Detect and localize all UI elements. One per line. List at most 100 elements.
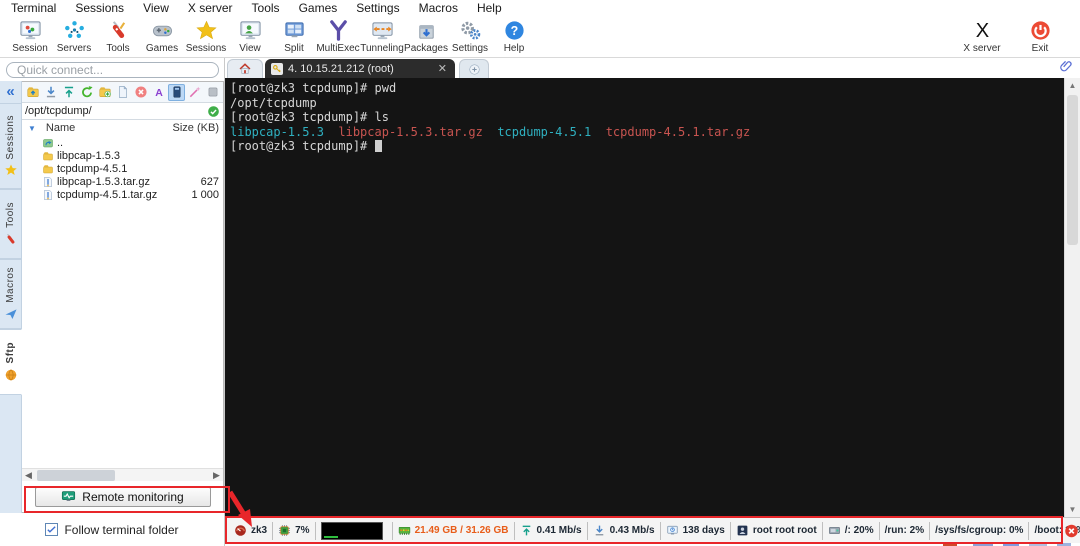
scroll-left-arrow[interactable]: ◀ <box>22 470 35 481</box>
toolbar-button-multiexec[interactable]: MultiExec <box>316 17 360 54</box>
statusbar-close-button[interactable] <box>1064 523 1079 538</box>
toolbar-button-xserver[interactable]: XX server <box>960 17 1004 54</box>
sidebar-tab-sftp[interactable]: Sftp <box>0 329 22 395</box>
toolbar-button-view[interactable]: View <box>228 17 272 54</box>
scroll-track[interactable] <box>1065 93 1080 502</box>
sftp-tool-refresh[interactable] <box>78 84 95 101</box>
sidebar-tab-tools[interactable]: Tools <box>0 189 22 259</box>
status-segment-root-root-root: root root root <box>729 521 822 540</box>
sessions-icon <box>195 19 218 42</box>
status-segment-zk3: zk3 <box>229 522 272 540</box>
toolbar-button-tunneling[interactable]: Tunneling <box>360 17 404 54</box>
sidebar-collapse-button[interactable]: « <box>6 81 14 103</box>
status-text: /sys/fs/cgroup: 0% <box>935 525 1024 536</box>
scroll-right-arrow[interactable]: ▶ <box>210 470 223 481</box>
column-name[interactable]: Name <box>46 122 167 134</box>
terminal-line: libpcap-1.5.3 libpcap-1.5.3.tar.gz tcpdu… <box>230 124 751 139</box>
sftp-tool-sync-terminal[interactable] <box>168 83 185 101</box>
sftp-tool-download[interactable] <box>42 84 59 101</box>
plane-icon <box>4 307 18 321</box>
sftp-tool-rename[interactable]: A <box>150 84 167 101</box>
status-segment-0-41-mb-s: 0.41 Mb/s <box>513 521 587 540</box>
active-terminal-tab[interactable]: 4. 10.15.21.212 (root) ✕ <box>265 59 455 78</box>
scroll-thumb[interactable] <box>1067 95 1078 245</box>
sftp-path-input[interactable]: /opt/tcpdump/ <box>25 105 207 117</box>
menu-settings[interactable]: Settings <box>347 1 409 15</box>
menu-games[interactable]: Games <box>290 1 348 15</box>
terminal-row: [root@zk3 tcpdump]# pwd/opt/tcpdump [root… <box>225 78 1080 517</box>
exit-icon <box>1029 19 1052 42</box>
terminal-line: [root@zk3 tcpdump]# <box>230 139 1059 154</box>
file-row[interactable]: tcpdump-4.5.1.tar.gz 1 000 <box>22 188 223 201</box>
quick-connect-input[interactable] <box>6 62 219 78</box>
sftp-tool-delete[interactable] <box>132 84 149 101</box>
home-tab[interactable] <box>227 59 263 78</box>
file-row[interactable]: libpcap-1.5.3 <box>22 149 223 162</box>
toolbar-button-exit[interactable]: Exit <box>1018 17 1062 54</box>
menu-sessions[interactable]: Sessions <box>66 1 134 15</box>
toolbar-button-games[interactable]: Games <box>140 17 184 54</box>
follow-terminal-folder-checkbox[interactable] <box>45 523 59 536</box>
terminal-line: [root@zk3 tcpdump]# pwd <box>230 81 397 95</box>
toolbar-label: X server <box>963 43 1001 54</box>
sidebar-tab-macros[interactable]: Macros <box>0 259 22 329</box>
new-tab-button[interactable] <box>459 59 489 78</box>
file-row[interactable]: libpcap-1.5.3.tar.gz 627 <box>22 175 223 188</box>
column-size[interactable]: Size (KB) <box>167 122 219 134</box>
status-segment-138-days: 138 days <box>659 521 730 540</box>
new-file-icon <box>116 85 130 99</box>
file-list-header[interactable]: ▼ Name Size (KB) <box>22 120 223 136</box>
scroll-thumb[interactable] <box>37 470 115 481</box>
disk-icon <box>828 524 841 537</box>
status-segment-7: 7% <box>272 521 314 540</box>
sftp-tool-new-folder[interactable] <box>96 84 113 101</box>
tunneling-icon <box>371 19 394 42</box>
sftp-tool-properties[interactable] <box>204 84 221 101</box>
toolbar-button-sessions[interactable]: Sessions <box>184 17 228 54</box>
toolbar-right-group: XX server Exit <box>960 17 1070 54</box>
sftp-tool-wand[interactable] <box>186 84 203 101</box>
toolbar-button-session[interactable]: Session <box>8 17 52 54</box>
menu-x-server[interactable]: X server <box>179 1 243 15</box>
help-icon: ? <box>503 19 526 42</box>
toolbar-button-servers[interactable]: Servers <box>52 17 96 54</box>
status-segment-20: /: 20% <box>821 521 879 540</box>
status-segment-sys-fs-cgroup-0: /sys/fs/cgroup: 0% <box>929 521 1028 540</box>
terminal-vertical-scrollbar[interactable]: ▲ ▼ <box>1064 78 1080 517</box>
toolbar-button-split[interactable]: Split <box>272 17 316 54</box>
sidebar-tab-sessions[interactable]: Sessions <box>0 103 22 189</box>
menu-terminal[interactable]: Terminal <box>2 1 66 15</box>
sftp-tool-upload[interactable] <box>60 84 77 101</box>
attachments-paperclip-icon[interactable] <box>1059 59 1074 74</box>
download-icon <box>593 524 606 537</box>
toolbar-button-packages[interactable]: Packages <box>404 17 448 54</box>
scroll-track[interactable] <box>35 469 210 481</box>
menu-help[interactable]: Help <box>468 1 512 15</box>
terminal-screen[interactable]: [root@zk3 tcpdump]# pwd/opt/tcpdump [root… <box>225 78 1064 517</box>
sftp-tool-new-file[interactable] <box>114 84 131 101</box>
status-text: 7% <box>295 525 310 536</box>
sftp-horizontal-scrollbar[interactable]: ◀ ▶ <box>22 468 223 481</box>
scroll-down-arrow[interactable]: ▼ <box>1065 502 1080 517</box>
file-row[interactable]: .. <box>22 136 223 149</box>
file-list-empty-area <box>22 201 223 468</box>
remote-monitoring-button[interactable]: Remote monitoring <box>34 486 211 507</box>
status-text: zk3 <box>251 525 268 536</box>
menu-tools[interactable]: Tools <box>243 1 290 15</box>
settings-icon <box>459 19 482 42</box>
menu-view[interactable]: View <box>134 1 179 15</box>
svg-text:X: X <box>975 20 988 42</box>
toolbar-label: Split <box>284 43 304 54</box>
xserver-icon: X <box>971 19 994 42</box>
sidebar-body: « Sessions Tools Macros Sftp A /opt/tcpdump… <box>0 81 224 513</box>
session-icon <box>19 19 42 42</box>
toolbar-button-help[interactable]: ? Help <box>492 17 536 54</box>
toolbar-button-settings[interactable]: Settings <box>448 17 492 54</box>
file-row[interactable]: tcpdump-4.5.1 <box>22 162 223 175</box>
toolbar-button-tools[interactable]: Tools <box>96 17 140 54</box>
tab-close-icon[interactable]: ✕ <box>436 62 449 75</box>
scroll-up-arrow[interactable]: ▲ <box>1065 78 1080 93</box>
menu-macros[interactable]: Macros <box>410 1 468 15</box>
sftp-tool-folder-up[interactable] <box>24 84 41 101</box>
follow-terminal-folder-label: Follow terminal folder <box>64 522 179 537</box>
